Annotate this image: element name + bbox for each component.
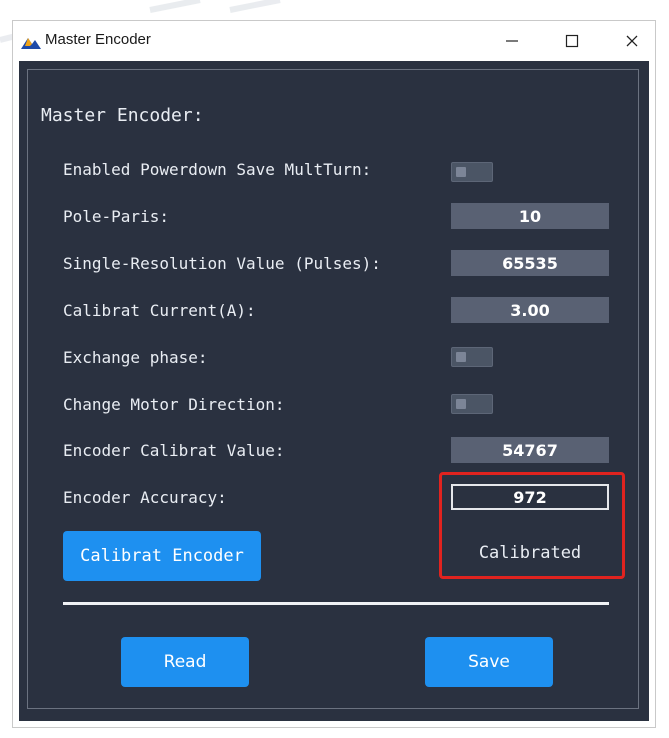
maximize-button[interactable] xyxy=(547,21,597,61)
toggle-knob xyxy=(456,167,466,177)
window-title: Master Encoder xyxy=(45,31,151,48)
row-label-powerdown-save: Enabled Powerdown Save MultTurn: xyxy=(63,160,372,179)
single-resolution-field[interactable]: 65535 xyxy=(451,250,609,276)
motor-direction-toggle[interactable] xyxy=(451,394,493,414)
client-area: Master Encoder: Enabled Powerdown Save M… xyxy=(19,61,649,721)
powerdown-save-toggle[interactable] xyxy=(451,162,493,182)
toggle-knob xyxy=(456,352,466,362)
minimize-button[interactable] xyxy=(487,21,537,61)
close-button[interactable] xyxy=(607,21,657,61)
read-button[interactable]: Read xyxy=(121,637,249,687)
minimize-icon xyxy=(506,40,518,42)
calibration-status: Calibrated xyxy=(478,543,582,563)
row-label-exchange-phase: Exchange phase: xyxy=(63,348,208,367)
maximize-icon xyxy=(565,34,579,48)
encoder-calibrat-value-field[interactable]: 54767 xyxy=(451,437,609,463)
row-label-motor-direction: Change Motor Direction: xyxy=(63,395,285,414)
row-label-single-resolution: Single-Resolution Value (Pulses): xyxy=(63,254,381,273)
toggle-knob xyxy=(456,399,466,409)
row-label-calibrat-current: Calibrat Current(A): xyxy=(63,301,256,320)
calibrat-encoder-button[interactable]: Calibrat Encoder xyxy=(63,531,261,581)
app-logo-icon xyxy=(21,38,41,49)
row-label-encoder-calibrat-value: Encoder Calibrat Value: xyxy=(63,441,285,460)
save-button[interactable]: Save xyxy=(425,637,553,687)
exchange-phase-toggle[interactable] xyxy=(451,347,493,367)
close-icon xyxy=(626,35,638,47)
calibrat-current-field[interactable]: 3.00 xyxy=(451,297,609,323)
divider xyxy=(63,602,609,605)
title-bar: Master Encoder xyxy=(13,21,655,61)
app-window: Master Encoder Master Encoder: Enabled P… xyxy=(12,20,656,728)
pole-pairs-field[interactable]: 10 xyxy=(451,203,609,229)
section-title: Master Encoder: xyxy=(41,105,204,126)
row-label-encoder-accuracy: Encoder Accuracy: xyxy=(63,488,227,507)
row-label-pole-pairs: Pole-Paris: xyxy=(63,207,169,226)
